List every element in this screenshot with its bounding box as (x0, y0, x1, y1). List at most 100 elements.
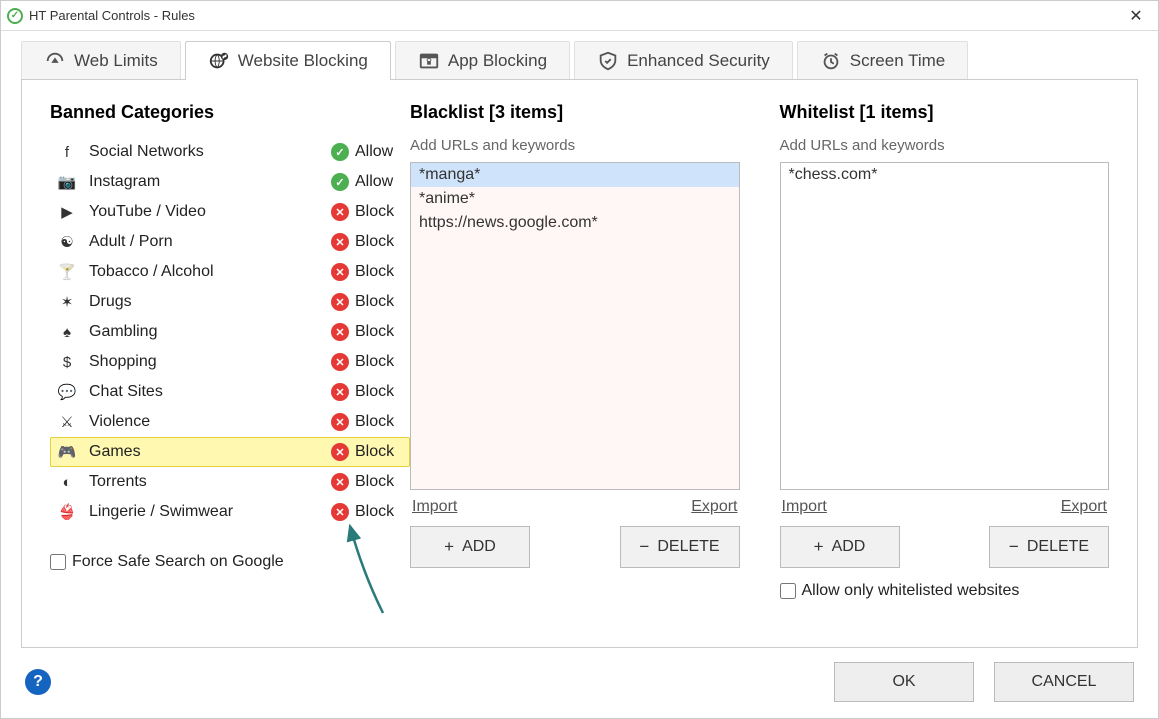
button-label: ADD (832, 538, 866, 556)
category-icon: ⚔ (55, 413, 79, 431)
category-row[interactable]: $Shopping✕Block (50, 347, 410, 377)
category-status: Allow (355, 143, 401, 161)
category-row[interactable]: ♠Gambling✕Block (50, 317, 410, 347)
category-row[interactable]: 👙Lingerie / Swimwear✕Block (50, 497, 410, 527)
category-name: Lingerie / Swimwear (79, 503, 331, 521)
category-icon: ☯ (55, 233, 79, 251)
list-item[interactable]: *manga* (411, 163, 739, 187)
block-icon: ✕ (331, 473, 349, 491)
list-item[interactable]: *chess.com* (781, 163, 1109, 187)
category-name: Drugs (79, 293, 331, 311)
button-label: ADD (462, 538, 496, 556)
button-label: DELETE (1027, 538, 1089, 556)
whitelist-hint: Add URLs and keywords (780, 137, 1110, 154)
cancel-button[interactable]: CANCEL (994, 662, 1134, 702)
whitelist-title: Whitelist [1 items] (780, 102, 1110, 123)
tab-web-limits[interactable]: Web Limits (21, 41, 181, 80)
blacklist-column: Blacklist [3 items] Add URLs and keyword… (410, 102, 740, 629)
window-title: HT Parental Controls - Rules (29, 8, 1116, 23)
category-status: Block (355, 503, 401, 521)
category-row[interactable]: fSocial Networks✓Allow (50, 137, 410, 167)
category-name: Games (79, 443, 331, 461)
category-row[interactable]: 💬Chat Sites✕Block (50, 377, 410, 407)
tab-label: Website Blocking (238, 51, 368, 71)
whitelist-import-link[interactable]: Import (782, 498, 827, 516)
globe-block-icon (208, 50, 230, 72)
category-row[interactable]: 📷Instagram✓Allow (50, 167, 410, 197)
tabs: Web Limits Website Blocking App Blocking… (1, 31, 1158, 80)
allow-icon: ✓ (331, 173, 349, 191)
category-row[interactable]: ▶YouTube / Video✕Block (50, 197, 410, 227)
tab-label: Enhanced Security (627, 51, 770, 71)
plus-icon: + (444, 537, 454, 557)
blacklist-export-link[interactable]: Export (691, 498, 737, 516)
list-item[interactable]: *anime* (411, 187, 739, 211)
category-status: Block (355, 293, 401, 311)
category-row[interactable]: 🎮Games✕ Block (50, 437, 410, 467)
category-row[interactable]: 🍸Tobacco / Alcohol✕Block (50, 257, 410, 287)
tab-app-blocking[interactable]: App Blocking (395, 41, 570, 80)
category-row[interactable]: ☯Adult / Porn✕Block (50, 227, 410, 257)
category-icon: $ (55, 354, 79, 371)
category-row[interactable]: ✶Drugs✕Block (50, 287, 410, 317)
block-icon: ✕ (331, 503, 349, 521)
whitelist-add-button[interactable]: + ADD (780, 526, 900, 568)
checkbox-label: Force Safe Search on Google (72, 553, 284, 571)
category-name: Shopping (79, 353, 331, 371)
category-status: Block (355, 413, 401, 431)
category-icon: ♠ (55, 324, 79, 341)
checkbox-label: Allow only whitelisted websites (802, 582, 1020, 600)
ok-button[interactable]: OK (834, 662, 974, 702)
category-row[interactable]: ◐Torrents✕Block (50, 467, 410, 497)
only-whitelist-checkbox[interactable]: Allow only whitelisted websites (780, 582, 1110, 600)
button-label: DELETE (657, 538, 719, 556)
dialog-buttons: ? OK CANCEL (1, 662, 1158, 718)
blacklist-listbox[interactable]: *manga**anime*https://news.google.com* (410, 162, 740, 490)
tab-label: Screen Time (850, 51, 945, 71)
block-icon: ✕ (331, 443, 349, 461)
list-item[interactable]: https://news.google.com* (411, 211, 739, 235)
block-icon: ✕ (331, 293, 349, 311)
tab-label: Web Limits (74, 51, 158, 71)
plus-icon: + (814, 537, 824, 557)
category-status: Block (355, 473, 401, 491)
category-icon: ▶ (55, 203, 79, 221)
category-name: Adult / Porn (79, 233, 331, 251)
tab-website-blocking[interactable]: Website Blocking (185, 41, 391, 80)
category-status: Block (355, 353, 401, 371)
category-status: Block (355, 263, 401, 281)
blacklist-add-button[interactable]: + ADD (410, 526, 530, 568)
category-icon: 💬 (55, 383, 79, 401)
category-status: Block (355, 443, 401, 461)
help-icon[interactable]: ? (25, 669, 51, 695)
blacklist-import-link[interactable]: Import (412, 498, 457, 516)
categories-list: fSocial Networks✓Allow📷Instagram✓Allow▶Y… (50, 137, 410, 527)
block-icon: ✕ (331, 323, 349, 341)
checkbox-icon[interactable] (50, 554, 66, 570)
block-icon: ✕ (331, 263, 349, 281)
shield-icon (597, 50, 619, 72)
close-icon[interactable]: ✕ (1116, 6, 1156, 26)
tab-enhanced-security[interactable]: Enhanced Security (574, 41, 793, 80)
category-name: Tobacco / Alcohol (79, 263, 331, 281)
whitelist-delete-button[interactable]: − DELETE (989, 526, 1109, 568)
window-lock-icon (418, 50, 440, 72)
clock-icon (820, 50, 842, 72)
block-icon: ✕ (331, 203, 349, 221)
whitelist-export-link[interactable]: Export (1061, 498, 1107, 516)
whitelist-column: Whitelist [1 items] Add URLs and keyword… (780, 102, 1110, 629)
force-safe-search-checkbox[interactable]: Force Safe Search on Google (50, 553, 410, 571)
tab-screen-time[interactable]: Screen Time (797, 41, 968, 80)
category-icon: 🎮 (55, 443, 79, 461)
category-icon: f (55, 144, 79, 161)
category-name: Violence (79, 413, 331, 431)
blacklist-delete-button[interactable]: − DELETE (620, 526, 740, 568)
whitelist-listbox[interactable]: *chess.com* (780, 162, 1110, 490)
tab-label: App Blocking (448, 51, 547, 71)
app-icon: ✓ (7, 8, 23, 24)
category-name: Social Networks (79, 143, 331, 161)
block-icon: ✕ (331, 383, 349, 401)
checkbox-icon[interactable] (780, 583, 796, 599)
category-row[interactable]: ⚔Violence✕Block (50, 407, 410, 437)
category-name: Chat Sites (79, 383, 331, 401)
